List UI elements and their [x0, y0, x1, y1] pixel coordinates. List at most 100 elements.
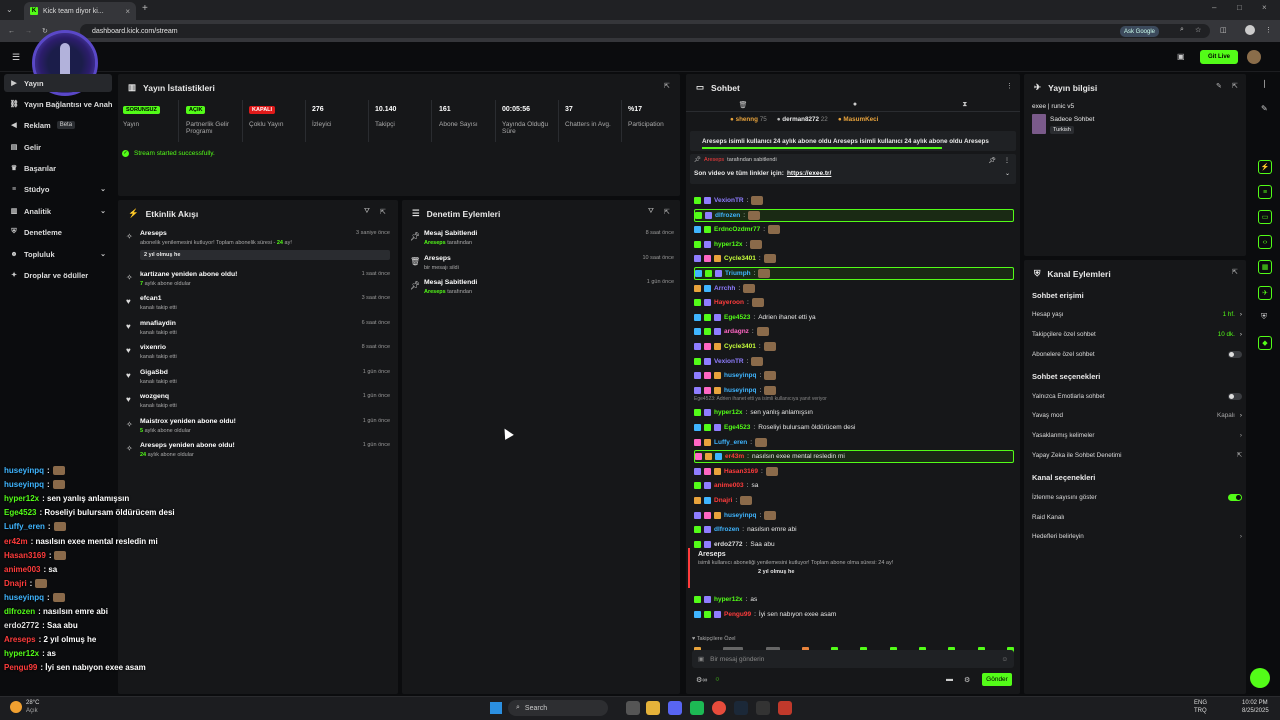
close-window-icon[interactable]: × [1262, 3, 1267, 12]
row-followers-only[interactable]: Takipçilere özel sohbet 10 dk. › [1032, 328, 1242, 340]
chat-message[interactable]: dlfrozen: nasılsın emre abi [694, 523, 1014, 536]
activity-item[interactable]: ♥ efcan1 kanalı takip etti 3 saat önce [126, 295, 390, 317]
top-chatter[interactable]: ● MasumKeci [838, 116, 879, 123]
rail-rocket-icon[interactable]: ✈ [1258, 286, 1272, 300]
rail-code-icon[interactable]: ‹› [1258, 235, 1272, 249]
back-icon[interactable]: ← [8, 28, 15, 35]
chat-message[interactable]: ErdncOzdmr77: [694, 223, 1014, 236]
rail-bolt-icon[interactable]: ⚡ [1258, 160, 1272, 174]
sub-event-user[interactable]: Areseps [698, 551, 1010, 558]
settings-gear-icon[interactable]: ⚙︎ [964, 676, 970, 684]
edit-icon[interactable]: ✎ [1216, 82, 1222, 90]
chat-message[interactable]: VexionTR: [694, 194, 1014, 207]
chat-username[interactable]: dlfrozen [714, 526, 739, 533]
sidebar-item-denetleme[interactable]: ⛨ Denetleme [4, 223, 112, 241]
chat-message[interactable]: Cycle3401: [694, 252, 1014, 265]
row-slow-mode[interactable]: Yavaş mod Kapalı › [1032, 409, 1242, 421]
chat-username[interactable]: Hasan3169 [724, 468, 758, 475]
send-button[interactable]: Gönder [982, 673, 1012, 686]
activity-item[interactable]: ✧ Maistrox yeniden abone oldu! 5 aylık abo… [126, 418, 390, 440]
activity-item[interactable]: ♥ wozgenq kanalı takip etti 1 gün önce [126, 393, 390, 415]
chat-message[interactable]: huseyinpq: [694, 369, 1014, 382]
filter-icon[interactable]: ⛛ [364, 208, 370, 216]
task-view-icon[interactable] [626, 701, 640, 715]
chat-message[interactable]: hyper12x: [694, 238, 1014, 251]
chat-username[interactable]: er43m [725, 453, 744, 460]
extensions-icon[interactable]: ◫ [1220, 26, 1227, 34]
subs-only-toggle[interactable] [1228, 350, 1242, 358]
chat-message[interactable]: Arrchh: [694, 282, 1014, 295]
row-account-age[interactable]: Hesap yaşı 1 hf. › [1032, 308, 1242, 320]
chat-username[interactable]: hyper12x [714, 409, 743, 416]
bookmark-star-icon[interactable]: ☆ [1195, 26, 1201, 34]
hourglass-icon[interactable]: ⧗ [962, 101, 967, 109]
chrome-icon[interactable] [712, 701, 726, 715]
expand-icon[interactable]: ⌄ [1005, 170, 1010, 177]
chat-username[interactable]: Dnajri [714, 497, 732, 504]
pinned-link[interactable]: https://exee.tr/ [787, 170, 831, 177]
rail-chat-icon[interactable]: ▭ [1258, 210, 1272, 224]
windows-start-icon[interactable] [490, 702, 502, 714]
popout-icon[interactable]: ⇱ [1232, 268, 1238, 276]
category-name[interactable]: Sadece Sohbet [1050, 116, 1094, 123]
sidebar-item-gelir[interactable]: ▤ Gelir [4, 138, 112, 156]
viewcount-toggle[interactable] [1228, 493, 1242, 501]
chat-message[interactable]: ardagnz: [694, 325, 1014, 338]
chat-bubble-icon[interactable]: ▬ [946, 676, 953, 683]
browser-tab[interactable]: K Kick team diyor ki... × [24, 2, 136, 20]
rail-grid-icon[interactable]: ▦ [1258, 260, 1272, 274]
rail-collapse-icon[interactable]: ❘ [1261, 79, 1268, 88]
chat-username[interactable]: Hayeroon [714, 299, 744, 306]
file-explorer-icon[interactable] [646, 701, 660, 715]
chat-username[interactable]: Ege4523 [724, 424, 750, 431]
chat-username[interactable]: Pengu99 [724, 611, 751, 618]
activity-item[interactable]: ♥ GigaSbd kanalı takip etti 1 gün önce [126, 369, 390, 391]
chat-message[interactable]: huseyinpq: [694, 384, 1014, 397]
chat-username[interactable]: hyper12x [714, 241, 743, 248]
sidebar-item-droplar[interactable]: ✦ Droplar ve ödüller [4, 266, 112, 284]
rail-diamond-icon[interactable]: ◆ [1258, 336, 1272, 350]
chat-message[interactable]: anime003: sa [694, 479, 1014, 492]
tab-menu-icon[interactable]: ⌄ [6, 5, 13, 14]
chat-message[interactable]: Luffy_eren: [694, 436, 1014, 449]
top-chatter[interactable]: ● shenng 75 [730, 116, 767, 123]
chat-username[interactable]: ardagnz [724, 328, 749, 335]
rail-shield-icon[interactable]: ⛨ [1261, 312, 1267, 322]
activity-item[interactable]: ✧ Areseps yeniden abone oldu! 24 aylık abo… [126, 442, 390, 464]
hamburger-menu-icon[interactable]: ☰ [12, 52, 20, 63]
popout-icon[interactable]: ⇱ [380, 208, 386, 216]
moderation-item[interactable]: 🗑︎ Areseps bir mesajı sildi 10 saat önce [410, 255, 674, 277]
spotify-icon[interactable] [690, 701, 704, 715]
chat-username[interactable]: hyper12x [714, 596, 743, 603]
chat-message[interactable]: Ege4523: Adrien ihanet etti ya [694, 311, 1014, 324]
trash-icon[interactable]: 🗑︎ [739, 101, 748, 109]
chat-message[interactable]: huseyinpq: [694, 509, 1014, 522]
obs-icon[interactable] [778, 701, 792, 715]
emoji-icon[interactable]: ☺ [1001, 656, 1008, 663]
row-raid-channel[interactable]: Raid Kanalı [1032, 511, 1242, 523]
unpin-icon[interactable]: 📌︎ [988, 157, 996, 164]
activity-item[interactable]: ✧ Areseps abonelik yenilemesini kutluyor! … [126, 230, 390, 260]
chat-message[interactable]: Triumph: [694, 267, 1014, 280]
go-live-button[interactable]: Git Live [1200, 50, 1238, 64]
chat-message[interactable]: dlfrozen: [694, 208, 1014, 222]
chat-username[interactable]: VexionTR [714, 197, 744, 204]
chat-message[interactable]: Hayeroon: [694, 296, 1014, 309]
chat-message[interactable]: VexionTR: [694, 355, 1014, 368]
chat-message[interactable]: Ege4523: Roseliyi bulursam öldürücem desi [694, 421, 1014, 434]
chat-username[interactable]: Ege4523 [724, 314, 750, 321]
chat-username[interactable]: huseyinpq [724, 387, 757, 394]
top-chatter[interactable]: ● derman8272 22 [777, 116, 828, 123]
sidebar-item-basarilar[interactable]: ♛ Başarılar [4, 159, 112, 177]
ask-google-button[interactable]: Ask Google [1120, 26, 1160, 37]
chat-message[interactable]: Cycle3401: [694, 340, 1014, 353]
taskbar-search[interactable]: ⌕ Search [508, 700, 608, 716]
chat-username[interactable]: Triumph [725, 270, 751, 277]
chat-username[interactable]: dlfrozen [715, 212, 740, 219]
chat-menu-icon[interactable]: ⋮ [1006, 82, 1013, 90]
chat-username[interactable]: huseyinpq [724, 512, 757, 519]
chat-message[interactable]: Dnajri: [694, 494, 1014, 507]
moderation-item[interactable]: 📌︎ Mesaj Sabitlendi Areseps tarafından 8 sa… [410, 230, 674, 252]
chat-username[interactable]: anime003 [714, 482, 744, 489]
chat-username[interactable]: Arrchh [714, 285, 735, 292]
